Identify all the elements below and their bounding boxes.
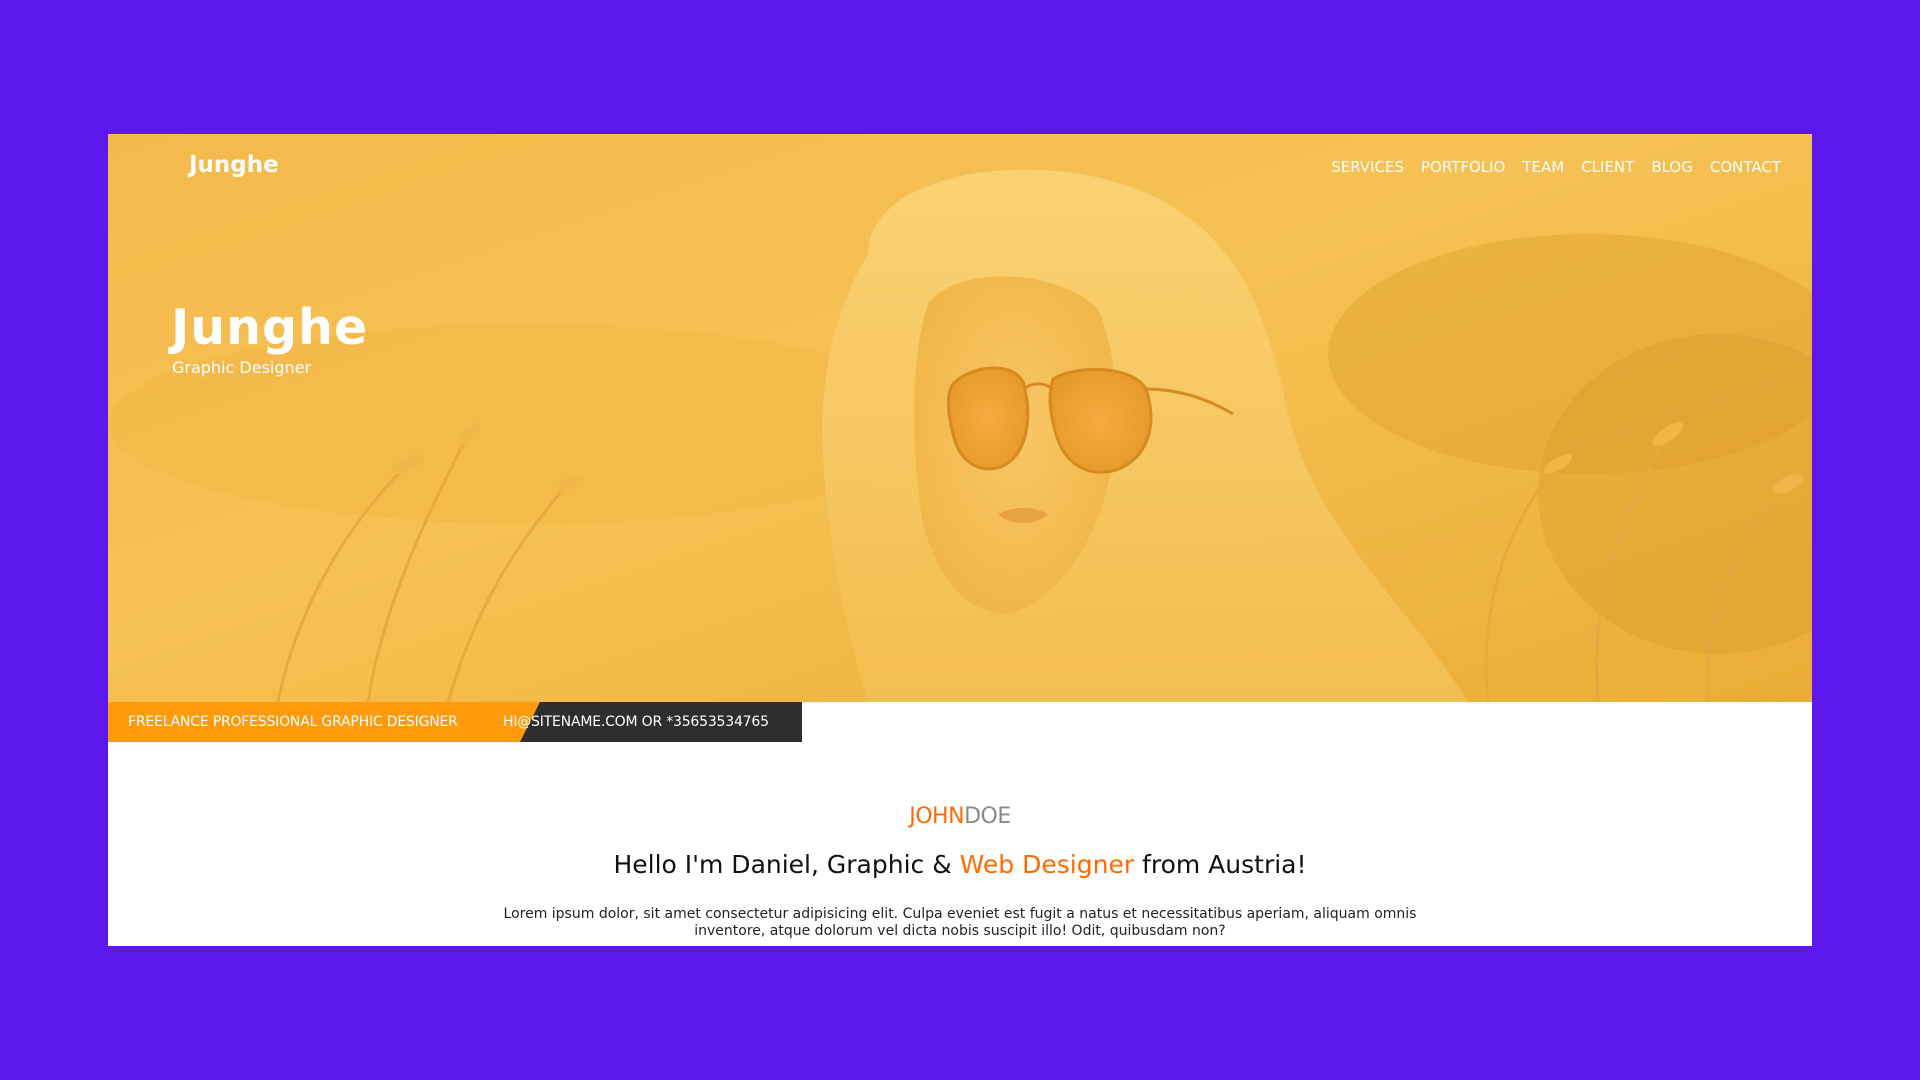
site-logo[interactable]: Junghe (189, 152, 279, 178)
brand-last-name: DOE (964, 804, 1011, 829)
info-bar-contact[interactable]: HI@SITENAME.COM OR *35653534765 (503, 714, 769, 730)
about-paragraph: Lorem ipsum dolor, sit amet consectetur … (498, 906, 1422, 940)
about-brand: JOHNDOE (108, 804, 1812, 829)
about-paragraph-line-2: inventore, atque dolorum vel dicta nobis… (694, 923, 1226, 939)
info-bar-tagline: FREELANCE PROFESSIONAL GRAPHIC DESIGNER (128, 714, 458, 730)
brand-first-name: JOHN (909, 804, 965, 829)
nav-item-services[interactable]: SERVICES (1331, 158, 1404, 176)
headline-accent: Web Designer (959, 850, 1135, 879)
about-paragraph-line-1: Lorem ipsum dolor, sit amet consectetur … (503, 906, 1417, 922)
about-section: JOHNDOE Hello I'm Daniel, Graphic & Web … (108, 742, 1812, 946)
nav-item-portfolio[interactable]: PORTFOLIO (1421, 158, 1505, 176)
nav-item-contact[interactable]: CONTACT (1710, 158, 1781, 176)
website-mockup: Junghe SERVICES PORTFOLIO TEAM CLIENT BL… (108, 134, 1812, 946)
about-headline: Hello I'm Daniel, Graphic & Web Designer… (108, 850, 1812, 879)
headline-prefix: Hello I'm Daniel, Graphic & (613, 850, 960, 879)
hero-title: Junghe (171, 299, 369, 356)
main-nav: SERVICES PORTFOLIO TEAM CLIENT BLOG CONT… (1331, 158, 1781, 176)
info-bar: FREELANCE PROFESSIONAL GRAPHIC DESIGNER … (108, 702, 802, 742)
hero-photo (108, 134, 1812, 702)
nav-item-team[interactable]: TEAM (1522, 158, 1564, 176)
nav-item-client[interactable]: CLIENT (1581, 158, 1634, 176)
hero-subtitle: Graphic Designer (172, 358, 312, 377)
headline-suffix: from Austria! (1134, 850, 1307, 879)
nav-item-blog[interactable]: BLOG (1651, 158, 1693, 176)
hero-section: Junghe SERVICES PORTFOLIO TEAM CLIENT BL… (108, 134, 1812, 702)
